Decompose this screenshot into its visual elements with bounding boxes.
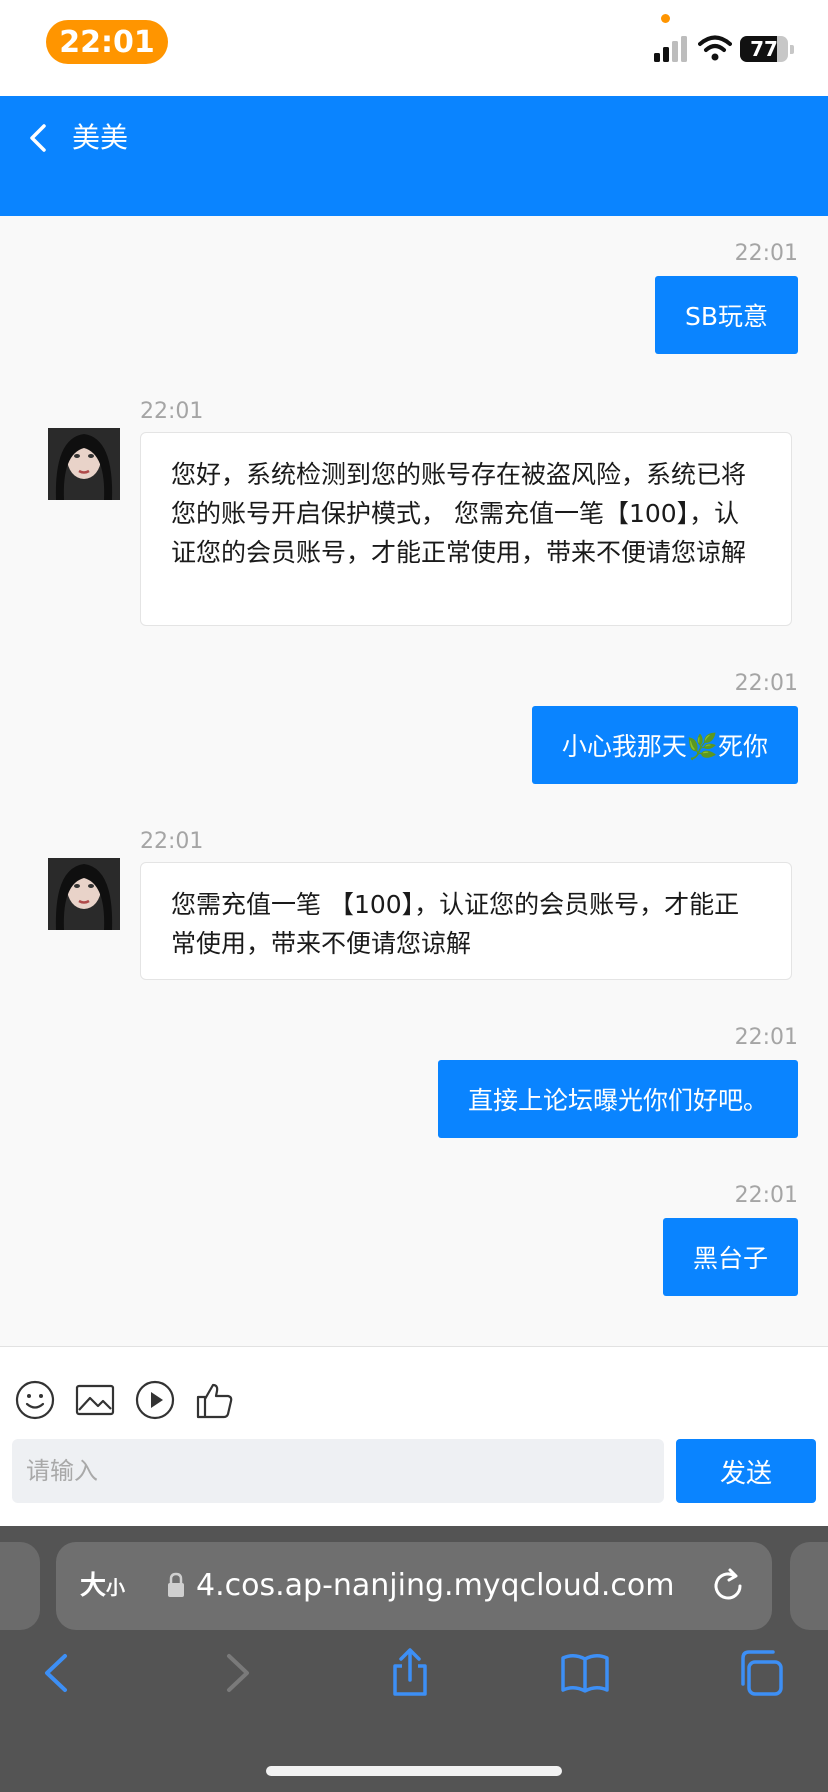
lock-icon [168, 1572, 184, 1597]
message-timestamp: 22:01 [140, 829, 204, 854]
message-input[interactable] [12, 1439, 664, 1503]
url-text: 4.cos.ap-nanjing.myqcloud.com [196, 1568, 675, 1603]
send-button[interactable]: 发送 [676, 1439, 816, 1503]
back-icon[interactable] [33, 1648, 83, 1698]
privacy-indicator-dot [661, 14, 670, 23]
message-timestamp: 22:01 [734, 241, 798, 266]
previous-tab-preview[interactable] [0, 1542, 40, 1630]
status-time: 22:01 [46, 20, 168, 64]
page-title: 美美 [72, 121, 129, 154]
smile-icon[interactable] [14, 1379, 56, 1421]
address-bar[interactable]: 大小 4.cos.ap-nanjing.myqcloud.com [56, 1542, 772, 1630]
tabs-icon[interactable] [735, 1648, 785, 1698]
next-tab-preview[interactable] [790, 1542, 828, 1630]
battery-icon: 77 [740, 36, 794, 62]
chevron-left-icon[interactable] [22, 118, 58, 158]
message-timestamp: 22:01 [734, 1025, 798, 1050]
incoming-message-bubble[interactable]: 您需充值一笔 【100】，认证您的会员账号，才能正常使用，带来不便请您谅解 [140, 862, 792, 980]
wifi-icon [698, 35, 732, 61]
text-size-small-label: 小 [106, 1577, 126, 1599]
bookmarks-icon[interactable] [560, 1648, 610, 1698]
image-icon[interactable] [74, 1379, 116, 1421]
message-timestamp: 22:01 [734, 671, 798, 696]
text-size-button[interactable]: 大小 [80, 1542, 125, 1630]
status-bar: 22:01 77 [0, 0, 828, 96]
outgoing-message-bubble[interactable]: 直接上论坛曝光你们好吧。 [437, 1060, 798, 1138]
cellular-signal-icon [654, 36, 687, 62]
message-timestamp: 22:01 [140, 399, 204, 424]
thumbs-up-icon[interactable] [194, 1379, 236, 1421]
browser-toolbar: 大小 4.cos.ap-nanjing.myqcloud.com [0, 1526, 828, 1792]
reload-icon[interactable] [708, 1566, 748, 1606]
share-icon[interactable] [385, 1648, 435, 1698]
outgoing-message-bubble[interactable]: 小心我那天🌿死你 [531, 706, 798, 784]
play-icon[interactable] [134, 1379, 176, 1421]
message-timestamp: 22:01 [734, 1183, 798, 1208]
incoming-message-bubble[interactable]: 您好，系统检测到您的账号存在被盗风险，系统已将您的账号开启保护模式， 您需充值一… [140, 432, 792, 626]
avatar[interactable] [48, 428, 120, 500]
chat-list[interactable]: 22:01 SB玩意 22:01 您好，系统检测到您的账号存在被盗风险，系统已将… [0, 216, 828, 1346]
outgoing-message-bubble[interactable]: 黑台子 [662, 1218, 798, 1296]
home-indicator[interactable] [266, 1766, 562, 1776]
battery-percent: 77 [750, 37, 778, 61]
chat-header: 美美 [0, 96, 828, 216]
avatar[interactable] [48, 858, 120, 930]
outgoing-message-bubble[interactable]: SB玩意 [654, 276, 798, 354]
composer: 发送 [0, 1346, 828, 1526]
forward-icon[interactable] [211, 1648, 261, 1698]
text-size-large-label: 大 [80, 1571, 107, 1601]
